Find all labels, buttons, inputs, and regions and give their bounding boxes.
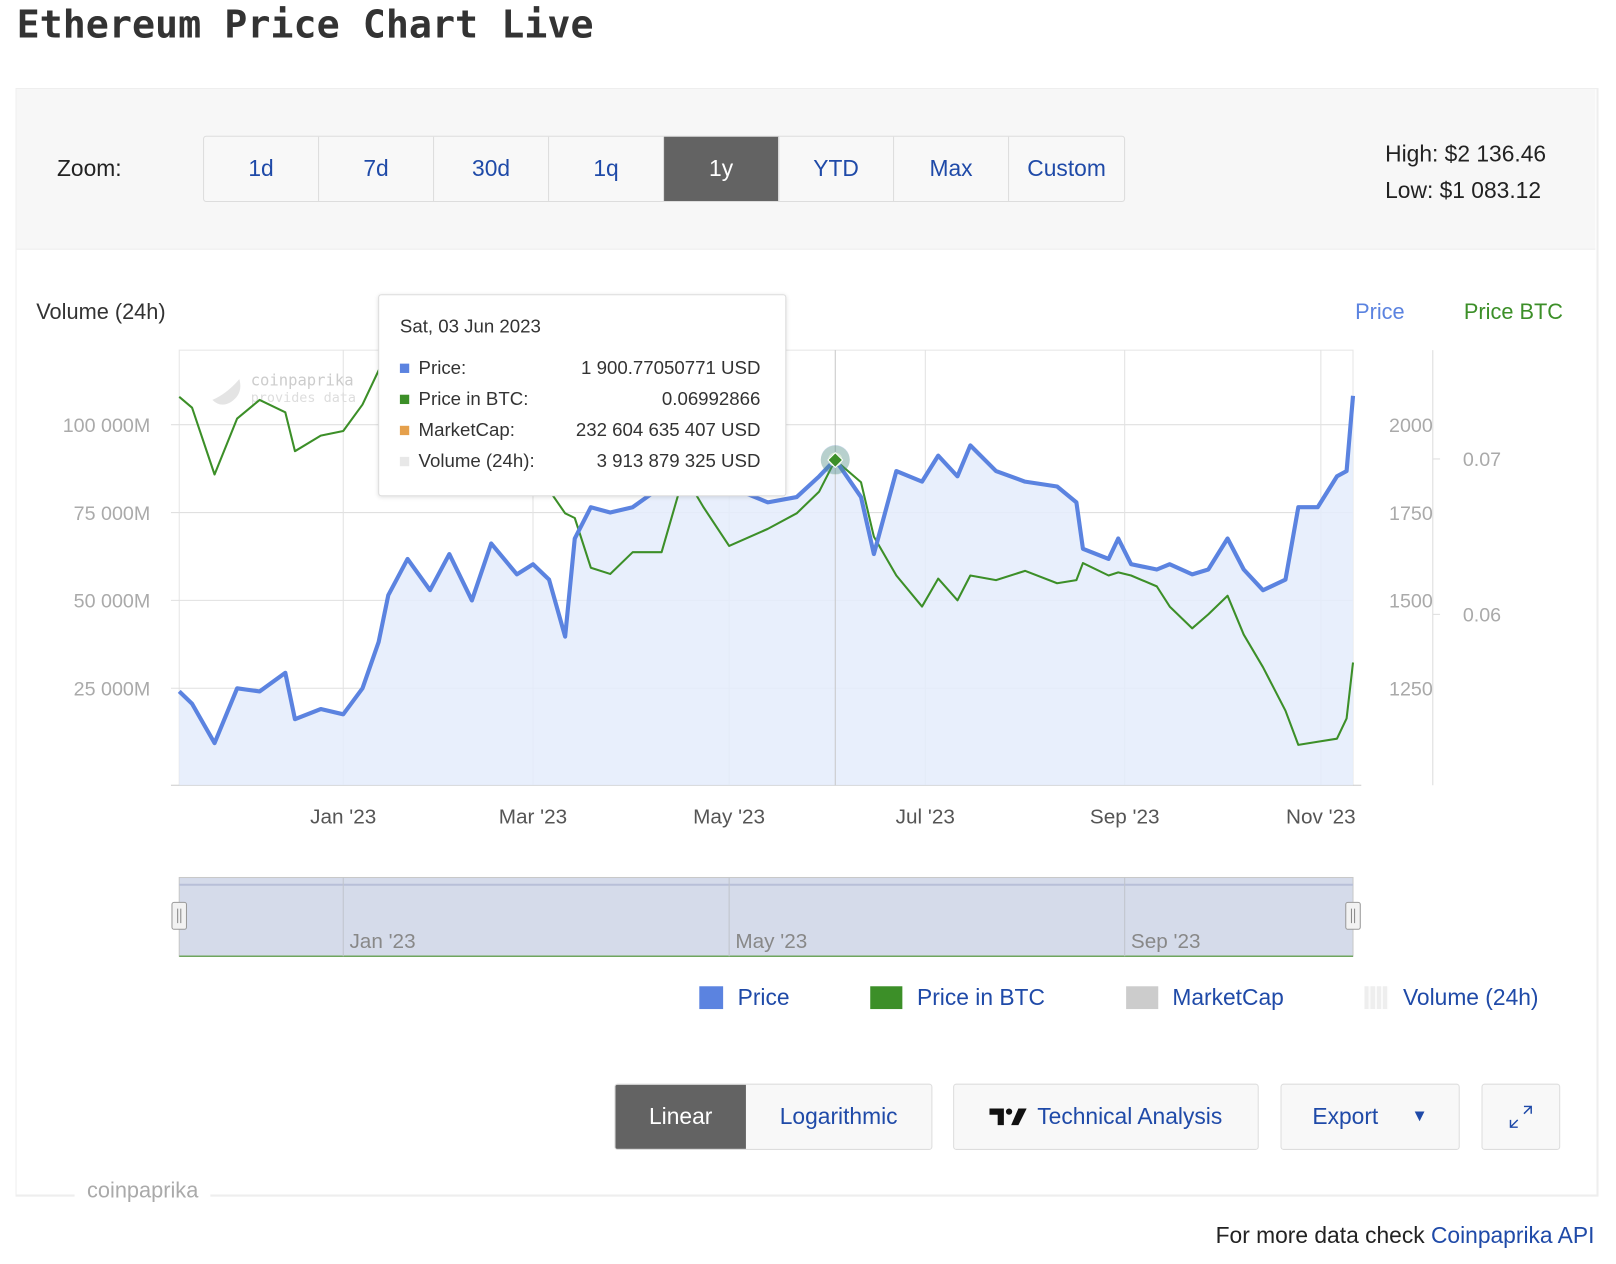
tooltip-value: 3 913 879 325 USD [596, 450, 761, 471]
legend: Price Price in BTC MarketCap Volume (24h… [699, 984, 1539, 1011]
price-swatch-icon [399, 363, 410, 373]
handle-grip-icon [171, 901, 187, 930]
x-tick-label: Nov '23 [1286, 806, 1356, 829]
legend-item-volume[interactable]: Volume (24h) [1364, 984, 1539, 1011]
technical-analysis-button[interactable]: Technical Analysis [953, 1083, 1259, 1150]
legend-item-price-btc[interactable]: Price in BTC [870, 984, 1045, 1011]
zoom-ytd-button[interactable]: YTD [779, 136, 895, 201]
price-tick-label: 2000 [1389, 415, 1433, 437]
btc-tick-label: 0.06 [1463, 605, 1501, 627]
scale-toggle: Linear Logarithmic [614, 1083, 933, 1150]
tooltip-value: 1 900.77050771 USD [581, 356, 761, 378]
zoom-button-group: 1d 7d 30d 1q 1y YTD Max Custom [203, 135, 1126, 203]
legend-item-price[interactable]: Price [699, 984, 790, 1011]
watermark: coinpaprika provides data [212, 371, 356, 406]
volume-tick-label: 100 000M [63, 415, 151, 437]
price-tick-label: 1750 [1389, 503, 1433, 525]
handle-grip-icon [1345, 901, 1361, 930]
btc-tick-label: 0.07 [1463, 449, 1501, 471]
btc-swatch-icon [399, 394, 410, 404]
triangle-down-icon: ▼ [1411, 1107, 1428, 1126]
volume-tick-label: 25 000M [74, 679, 151, 701]
technical-analysis-label: Technical Analysis [1037, 1103, 1223, 1130]
zoom-label: Zoom: [56, 155, 122, 182]
price-tick-label: 1250 [1389, 679, 1433, 701]
x-tick-label: May '23 [693, 806, 765, 829]
navigator-right-handle[interactable] [1345, 901, 1361, 930]
zoom-1q-button[interactable]: 1q [549, 136, 665, 201]
x-tick-label: Jul '23 [896, 806, 955, 829]
btc-axis-title: Price BTC [1464, 299, 1563, 324]
export-label: Export [1312, 1103, 1379, 1130]
price-tick-label: 1500 [1389, 591, 1433, 613]
low-price: Low: $1 083.12 [1385, 177, 1542, 204]
legend-label: Price [737, 984, 790, 1011]
tooltip-label: Price in BTC: [418, 387, 529, 409]
page-title: Ethereum Price Chart Live [16, 2, 594, 47]
high-low-summary: High: $2 136.46 Low: $1 083.12 [1385, 136, 1546, 209]
tooltip-row-marketcap: MarketCap: 232 604 635 407 USD [399, 414, 761, 445]
tooltip-row-volume: Volume (24h): 3 913 879 325 USD [399, 445, 761, 476]
price-legend-icon [699, 986, 724, 1010]
tooltip: Sat, 03 Jun 2023 Price: 1 900.77050771 US… [378, 294, 787, 497]
price-axis-title: Price [1355, 299, 1405, 324]
tooltip-value: 232 604 635 407 USD [575, 419, 761, 440]
left-axis-title: Volume (24h) [36, 299, 165, 324]
navigator-left-handle[interactable] [171, 901, 187, 930]
volume-tick-label: 75 000M [74, 503, 151, 525]
price-chart[interactable]: Volume (24h) Price Price BTC coinpaprika… [0, 280, 1616, 974]
tooltip-row-btc: Price in BTC: 0.06992866 [399, 383, 761, 414]
export-button[interactable]: Export ▼ [1280, 1083, 1460, 1150]
coinpaprika-logo-icon [212, 379, 241, 405]
marketcap-swatch-icon [399, 425, 410, 435]
legend-label: Price in BTC [916, 984, 1045, 1011]
legend-label: MarketCap [1172, 984, 1284, 1011]
tooltip-label: Volume (24h): [418, 450, 535, 471]
tooltip-row-price: Price: 1 900.77050771 USD [399, 352, 761, 383]
btc-legend-icon [870, 986, 903, 1010]
x-tick-label: Jan '23 [310, 806, 376, 829]
tooltip-label: Price: [418, 356, 467, 378]
zoom-custom-button[interactable]: Custom [1009, 137, 1124, 201]
zoom-1y-button[interactable]: 1y [664, 136, 780, 201]
x-tick-label: Mar '23 [499, 806, 567, 829]
zoom-30d-button[interactable]: 30d [434, 136, 550, 201]
zoom-max-button[interactable]: Max [894, 136, 1010, 201]
coinpaprika-api-link[interactable]: Coinpaprika API [1431, 1222, 1594, 1248]
tooltip-value: 0.06992866 [661, 387, 761, 409]
navigator-tick-label: Sep '23 [1131, 930, 1201, 953]
high-price: High: $2 136.46 [1385, 140, 1547, 167]
svg-text:coinpaprika: coinpaprika [251, 371, 354, 389]
volume-tick-label: 50 000M [74, 591, 151, 613]
x-tick-label: Sep '23 [1090, 806, 1160, 829]
footer: For more data check Coinpaprika API [1216, 1222, 1595, 1249]
volume-swatch-icon [399, 456, 410, 466]
expand-icon [1509, 1105, 1532, 1128]
brand-label: coinpaprika [74, 1178, 211, 1204]
tradingview-logo-icon [989, 1108, 1027, 1126]
legend-item-marketcap[interactable]: MarketCap [1125, 984, 1284, 1011]
fullscreen-button[interactable] [1481, 1083, 1561, 1150]
tooltip-date: Sat, 03 Jun 2023 [399, 315, 541, 337]
logarithmic-scale-button[interactable]: Logarithmic [746, 1085, 931, 1149]
navigator-tick-label: May '23 [735, 930, 807, 953]
zoom-7d-button[interactable]: 7d [319, 136, 435, 201]
tooltip-label: MarketCap: [418, 419, 515, 440]
marketcap-legend-icon [1125, 986, 1158, 1010]
zoom-1d-button[interactable]: 1d [204, 136, 320, 201]
navigator[interactable]: Jan '23 May '23 Sep '23 [171, 876, 1361, 958]
linear-scale-button[interactable]: Linear [615, 1084, 746, 1149]
legend-label: Volume (24h) [1402, 984, 1539, 1011]
volume-legend-icon [1364, 986, 1389, 1010]
footer-text: For more data check [1215, 1222, 1431, 1249]
navigator-tick-label: Jan '23 [349, 930, 415, 953]
